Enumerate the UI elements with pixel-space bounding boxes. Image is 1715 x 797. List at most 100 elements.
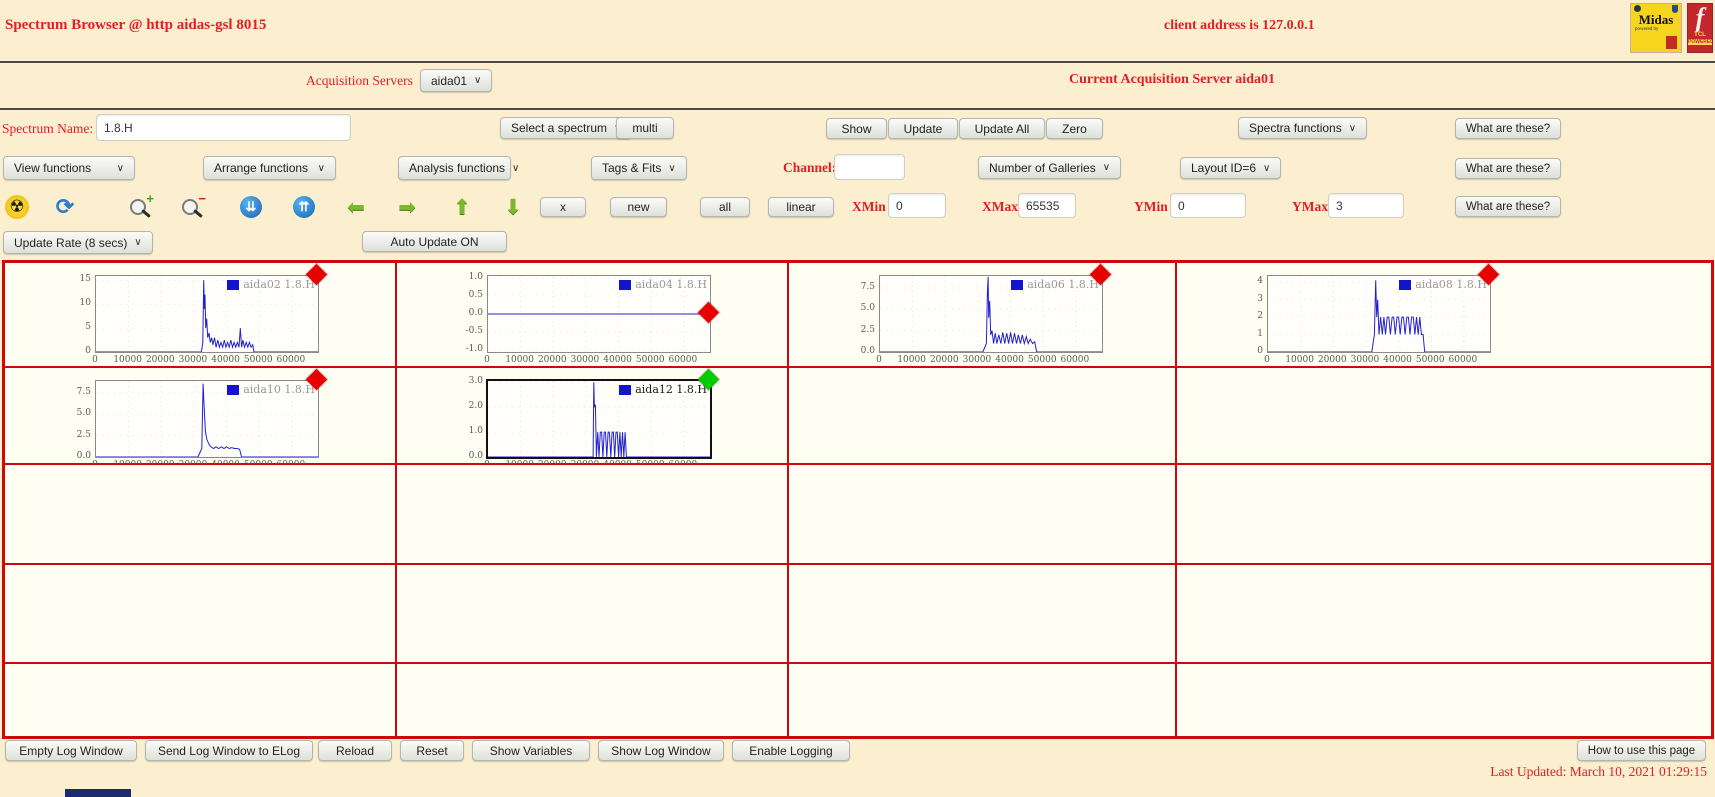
y-tick-label: 5.0 xyxy=(851,303,875,313)
spectrum-plot[interactable]: 151050aida02 1.8.H0100002000030000400005… xyxy=(67,271,327,363)
gallery-cell[interactable]: 7.55.02.50.0aida10 1.8.H0100002000030000… xyxy=(4,367,396,464)
tcl-feather-icon: f xyxy=(1688,4,1712,32)
double-arrow-up-icon[interactable]: ⇈ xyxy=(291,194,317,220)
arrow-left-icon[interactable]: ⬅ xyxy=(343,194,369,220)
analysis-functions-label: Analysis functions xyxy=(409,161,505,175)
what-are-these-button-1[interactable]: What are these? xyxy=(1455,118,1561,139)
reset-button[interactable]: Reset xyxy=(400,740,464,761)
empty-log-window-button[interactable]: Empty Log Window xyxy=(5,740,137,761)
y-tick-label: 15 xyxy=(67,274,91,284)
x-tick-label: 60000 xyxy=(1061,355,1090,365)
view-functions-label: View functions xyxy=(14,161,91,175)
x-button[interactable]: x xyxy=(540,197,586,217)
midas-logo[interactable]: Midas powered by xyxy=(1630,3,1682,53)
spectra-functions-dropdown[interactable]: Spectra functions ∨ xyxy=(1238,117,1367,139)
plot-name: aida02 1.8.H xyxy=(243,278,315,291)
gallery-cell[interactable]: 151050aida02 1.8.H0100002000030000400005… xyxy=(4,262,396,367)
x-tick-label: 10000 xyxy=(505,355,534,365)
right-arrow-glyph: ➡ xyxy=(398,195,416,220)
page-title: Spectrum Browser @ http aidas-gsl 8015 xyxy=(5,17,266,34)
partial-log-window-strip xyxy=(65,789,131,797)
x-tick-label: 30000 xyxy=(963,355,992,365)
y-tick-label: 4 xyxy=(1239,276,1263,286)
spectrum-plot[interactable]: 3.02.01.00.0aida12 1.8.H0100002000030000… xyxy=(459,376,719,468)
chevron-down-icon: ∨ xyxy=(512,163,519,174)
gallery-cell[interactable]: 7.55.02.50.0aida06 1.8.H0100002000030000… xyxy=(788,262,1176,367)
radiation-icon[interactable]: ☢ xyxy=(4,194,30,220)
spectrum-plot[interactable]: 7.55.02.50.0aida10 1.8.H0100002000030000… xyxy=(67,376,327,468)
show-log-window-button[interactable]: Show Log Window xyxy=(598,740,724,761)
update-all-button[interactable]: Update All xyxy=(959,118,1045,139)
spectrum-plot[interactable]: 43210aida08 1.8.H01000020000300004000050… xyxy=(1239,271,1499,363)
ymin-input[interactable] xyxy=(1170,193,1246,218)
spectrum-name-input[interactable] xyxy=(96,114,351,141)
plot-name: aida04 1.8.H xyxy=(635,278,707,291)
x-tick-label: 0 xyxy=(1264,355,1270,365)
acquisition-server-select[interactable]: aida01 ∨ xyxy=(420,69,492,92)
midas-logo-subtext: powered by xyxy=(1631,27,1681,32)
gallery-cell[interactable]: 3.02.01.00.0aida12 1.8.H0100002000030000… xyxy=(396,367,788,464)
analysis-functions-dropdown[interactable]: Analysis functions ∨ xyxy=(398,156,511,180)
arrow-right-icon[interactable]: ➡ xyxy=(394,194,420,220)
all-button[interactable]: all xyxy=(700,197,750,217)
spectrum-browser-app: Spectrum Browser @ http aidas-gsl 8015 c… xyxy=(0,0,1715,797)
linear-button[interactable]: linear xyxy=(768,197,834,217)
spectrum-plot[interactable]: 1.00.50.0-0.5-1.0aida04 1.8.H01000020000… xyxy=(459,271,719,363)
enable-logging-button[interactable]: Enable Logging xyxy=(732,740,850,761)
y-tick-label: 0.0 xyxy=(67,451,91,461)
what-are-these-button-2[interactable]: What are these? xyxy=(1455,158,1561,179)
y-tick-label: 10 xyxy=(67,298,91,308)
tags-fits-dropdown[interactable]: Tags & Fits ∨ xyxy=(591,156,687,180)
xmax-input[interactable] xyxy=(1018,193,1076,218)
legend-swatch xyxy=(619,280,631,290)
gallery-cell[interactable]: 43210aida08 1.8.H01000020000300004000050… xyxy=(1176,262,1712,367)
plot-legend: aida12 1.8.H xyxy=(619,383,707,396)
gallery-cell xyxy=(396,663,788,737)
chevron-down-icon: ∨ xyxy=(134,237,141,248)
tcl-powered-logo[interactable]: f TCL POWERED xyxy=(1687,3,1713,53)
show-button[interactable]: Show xyxy=(826,118,887,139)
zoom-out-icon[interactable]: − xyxy=(180,194,206,220)
zero-button[interactable]: Zero xyxy=(1046,118,1103,139)
send-log-window-to-elog-button[interactable]: Send Log Window to ELog xyxy=(145,740,313,761)
arrange-functions-dropdown[interactable]: Arrange functions ∨ xyxy=(203,156,336,180)
channel-input[interactable] xyxy=(834,154,905,180)
x-tick-label: 30000 xyxy=(179,355,208,365)
how-to-use-button[interactable]: How to use this page xyxy=(1577,740,1706,761)
select-spectrum-dropdown[interactable]: Select a spectrum ∨ xyxy=(500,117,632,139)
view-functions-dropdown[interactable]: View functions ∨ xyxy=(3,156,135,180)
double-arrow-down-icon[interactable]: ⇊ xyxy=(238,194,264,220)
number-of-galleries-dropdown[interactable]: Number of Galleries ∨ xyxy=(978,156,1121,179)
multi-button[interactable]: multi xyxy=(616,117,674,139)
y-tick-label: 1.0 xyxy=(459,272,483,282)
tcl-logo-subtext: POWERED xyxy=(1688,39,1712,45)
x-tick-label: 60000 xyxy=(277,355,306,365)
plot-name: aida12 1.8.H xyxy=(635,383,707,396)
layout-id-dropdown[interactable]: Layout ID=6 ∨ xyxy=(1180,157,1281,179)
y-tick-label: -0.5 xyxy=(459,326,483,336)
arrow-up-icon[interactable]: ⬆ xyxy=(449,194,475,220)
arrow-down-icon[interactable]: ⬇ xyxy=(500,194,526,220)
gallery-cell xyxy=(788,464,1176,564)
gallery-cell xyxy=(788,367,1176,464)
zoom-in-icon[interactable]: + xyxy=(128,194,154,220)
gallery-cell[interactable]: 1.00.50.0-0.5-1.0aida04 1.8.H01000020000… xyxy=(396,262,788,367)
update-rate-dropdown[interactable]: Update Rate (8 secs) ∨ xyxy=(3,231,153,254)
number-of-galleries-label: Number of Galleries xyxy=(989,161,1096,175)
show-variables-button[interactable]: Show Variables xyxy=(472,740,590,761)
layout-id-label: Layout ID=6 xyxy=(1191,161,1256,175)
auto-update-button[interactable]: Auto Update ON xyxy=(362,231,507,252)
gallery-cell xyxy=(1176,663,1712,737)
what-are-these-button-3[interactable]: What are these? xyxy=(1455,196,1561,217)
refresh-icon[interactable]: ⟳ xyxy=(52,194,78,220)
chevron-down-icon: ∨ xyxy=(1263,163,1270,174)
xmin-input[interactable] xyxy=(888,193,946,218)
new-button[interactable]: new xyxy=(610,197,667,217)
ymax-input[interactable] xyxy=(1328,193,1404,218)
spectra-functions-label: Spectra functions xyxy=(1249,121,1342,135)
update-button[interactable]: Update xyxy=(888,118,958,139)
gallery-cell xyxy=(788,564,1176,663)
reload-button[interactable]: Reload xyxy=(318,740,392,761)
x-tick-label: 30000 xyxy=(571,355,600,365)
spectrum-plot[interactable]: 7.55.02.50.0aida06 1.8.H0100002000030000… xyxy=(851,271,1111,363)
